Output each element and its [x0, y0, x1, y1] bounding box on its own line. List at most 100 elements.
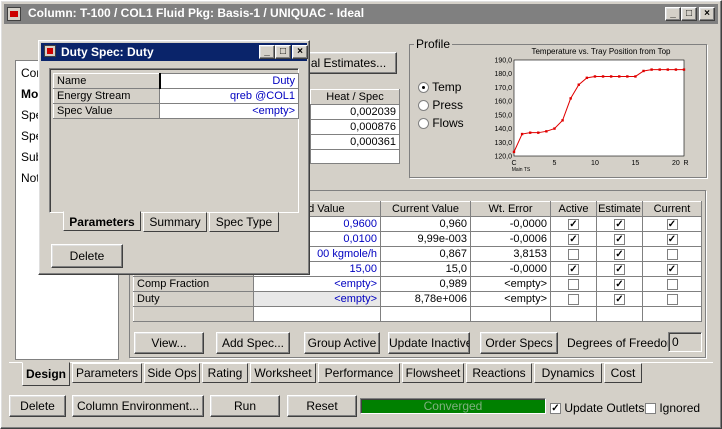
heat-spec-cell[interactable]: 0,000876 [310, 119, 400, 135]
column-environment-button[interactable]: Column Environment... [72, 395, 204, 417]
active-cell[interactable] [550, 306, 597, 322]
data-point [666, 68, 670, 71]
dialog-tab-parameters[interactable]: Parameters [63, 211, 141, 231]
radio-press[interactable] [418, 100, 429, 112]
ignored-check[interactable] [645, 403, 656, 415]
checkbox[interactable]: ✓ [614, 218, 625, 230]
close-button[interactable]: × [699, 7, 715, 21]
reset-button[interactable]: Reset [287, 395, 357, 417]
tab-design[interactable]: Design [22, 362, 70, 386]
checkbox[interactable]: ✓ [666, 263, 678, 275]
spec-name[interactable]: Comp Fraction [133, 276, 254, 292]
active-cell[interactable]: ✓ [550, 216, 597, 232]
checkbox[interactable] [666, 293, 678, 305]
estimate-cell[interactable] [596, 306, 643, 322]
heat-spec-cell[interactable]: 0,002039 [310, 104, 400, 120]
tab-side-ops[interactable]: Side Ops [144, 363, 200, 383]
data-point [674, 68, 678, 71]
active-cell[interactable]: ✓ [550, 231, 597, 247]
current-cell[interactable]: ✓ [642, 261, 702, 277]
specs-row[interactable] [133, 306, 702, 322]
estimate-cell[interactable]: ✓ [596, 291, 643, 307]
checkbox[interactable]: ✓ [614, 248, 625, 260]
prop-value-name[interactable]: Duty [158, 73, 299, 89]
tab-worksheet[interactable]: Worksheet [250, 363, 316, 383]
checkbox[interactable]: ✓ [666, 233, 678, 245]
dialog-tab-summary[interactable]: Summary [143, 212, 207, 232]
update-inactive-button[interactable]: Update Inactive [388, 332, 470, 354]
heat-spec-cell[interactable]: 0,000361 [310, 134, 400, 150]
add-spec-button[interactable]: Add Spec... [216, 332, 290, 354]
tab-reactions[interactable]: Reactions [466, 363, 532, 383]
spec-value[interactable]: <empty> [253, 276, 381, 292]
checkbox[interactable] [568, 293, 579, 305]
tab-parameters[interactable]: Parameters [72, 363, 142, 383]
current-cell[interactable]: ✓ [642, 216, 702, 232]
checkbox[interactable] [666, 248, 678, 260]
ignored-checkbox[interactable]: Ignored [645, 401, 700, 415]
delete-column-button[interactable]: Delete [9, 395, 66, 417]
profile-radio-temp[interactable]: Temp [418, 80, 461, 94]
main-title-bar[interactable]: Column: T-100 / COL1 Fluid Pkg: Basis-1 … [4, 4, 718, 24]
prop-value-spec-value[interactable]: <empty> [159, 103, 299, 119]
checkbox[interactable]: ✓ [568, 233, 579, 245]
checkbox[interactable]: ✓ [568, 218, 579, 230]
prop-value-energy-stream[interactable]: qreb @COL1 [159, 88, 299, 104]
tab-dynamics[interactable]: Dynamics [534, 363, 602, 383]
current-cell[interactable] [642, 276, 702, 292]
dialog-delete-button[interactable]: Delete [51, 244, 123, 268]
profile-radio-flows[interactable]: Flows [418, 116, 464, 130]
checkbox[interactable]: ✓ [614, 278, 625, 290]
estimate-cell[interactable]: ✓ [596, 216, 643, 232]
tab-performance[interactable]: Performance [318, 363, 400, 383]
run-button[interactable]: Run [210, 395, 280, 417]
current-cell[interactable] [642, 291, 702, 307]
view-button[interactable]: View... [134, 332, 204, 354]
specs-row[interactable]: Duty <empty> 8,78e+006 <empty> ✓ [133, 291, 702, 307]
checkbox[interactable]: ✓ [614, 293, 625, 305]
estimate-cell[interactable]: ✓ [596, 276, 643, 292]
data-point [553, 127, 556, 130]
order-specs-button[interactable]: Order Specs [480, 332, 558, 354]
tab-rating[interactable]: Rating [202, 363, 248, 383]
minimize-button[interactable]: _ [665, 7, 681, 21]
spec-name[interactable]: Duty [133, 291, 254, 307]
radio-flows[interactable] [418, 118, 429, 130]
maximize-button[interactable]: □ [681, 7, 697, 21]
update-outlets-check[interactable]: ✓ [550, 403, 561, 415]
dialog-tab-spec-type[interactable]: Spec Type [209, 212, 279, 232]
spec-value[interactable] [253, 306, 381, 322]
checkbox[interactable]: ✓ [614, 233, 625, 245]
current-cell[interactable]: ✓ [642, 231, 702, 247]
dialog-minimize-button[interactable]: _ [259, 45, 275, 59]
current-cell[interactable] [642, 306, 702, 322]
active-cell[interactable]: ✓ [550, 261, 597, 277]
update-outlets-checkbox[interactable]: ✓ Update Outlets [550, 401, 644, 415]
profile-radio-press[interactable]: Press [418, 98, 463, 112]
active-cell[interactable] [550, 291, 597, 307]
checkbox[interactable] [568, 278, 579, 290]
radio-temp[interactable] [418, 82, 429, 94]
dialog-maximize-button[interactable]: □ [275, 45, 291, 59]
tab-flowsheet[interactable]: Flowsheet [402, 363, 464, 383]
estimate-cell[interactable]: ✓ [596, 246, 643, 262]
current-cell[interactable] [642, 246, 702, 262]
checkbox[interactable] [666, 278, 678, 290]
group-active-button[interactable]: Group Active [304, 332, 380, 354]
estimate-cell[interactable]: ✓ [596, 231, 643, 247]
active-cell[interactable] [550, 276, 597, 292]
left-nav-item[interactable]: Not [21, 171, 40, 185]
spec-name[interactable] [133, 306, 254, 322]
estimate-cell[interactable]: ✓ [596, 261, 643, 277]
checkbox[interactable]: ✓ [614, 263, 625, 275]
checkbox[interactable]: ✓ [666, 218, 678, 230]
active-cell[interactable] [550, 246, 597, 262]
spec-value[interactable]: <empty> [253, 291, 381, 307]
checkbox[interactable]: ✓ [568, 263, 579, 275]
estimates-button[interactable]: al Estimates... [300, 52, 397, 74]
dialog-close-button[interactable]: × [292, 45, 308, 59]
checkbox[interactable] [568, 248, 579, 260]
tab-cost[interactable]: Cost [604, 363, 642, 383]
left-nav-item[interactable]: Mo [21, 87, 38, 101]
specs-row[interactable]: Comp Fraction <empty> 0,989 <empty> ✓ [133, 276, 702, 292]
